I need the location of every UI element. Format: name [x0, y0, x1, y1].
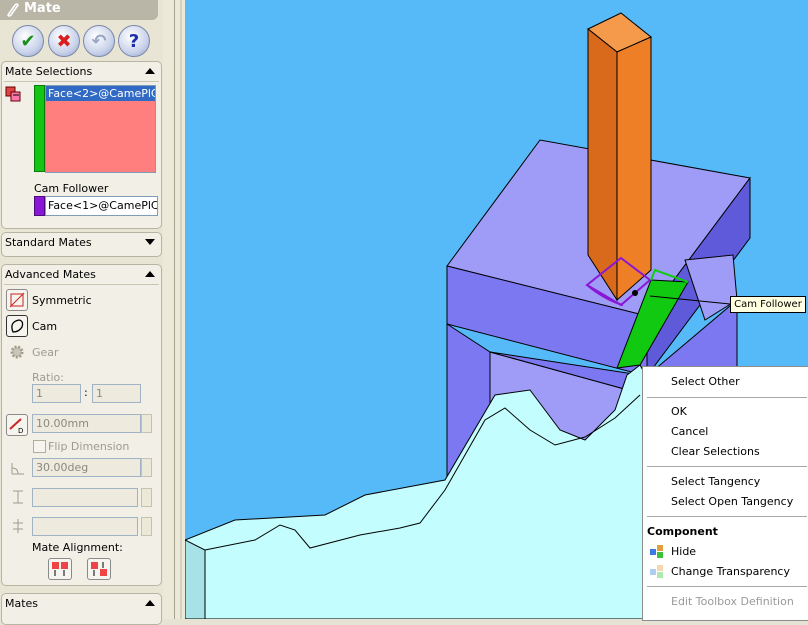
menu-item-change-transparency[interactable]: Change Transparency: [671, 565, 790, 578]
panel-splitter[interactable]: [163, 0, 185, 619]
mate-selection-list[interactable]: Face<2>@CamePlCam: [45, 85, 156, 173]
cam-label[interactable]: Cam: [32, 320, 57, 333]
mate-alignment-label: Mate Alignment:: [32, 541, 123, 554]
collapse-caret-icon[interactable]: [145, 68, 155, 74]
menu-separator: [647, 586, 807, 587]
panel-titlebar: Mate: [0, 0, 158, 20]
mate-icon: [4, 2, 20, 22]
panel-title: Mate: [24, 1, 61, 16]
distance-icon: D: [9, 418, 23, 435]
mate-selection-icon: [5, 85, 23, 103]
menu-item-select-tangency[interactable]: Select Tangency: [671, 475, 760, 488]
property-manager-panel: Mate ✔ ✖ ↶ ? Mate Selections Face<2>@Cam…: [0, 0, 163, 625]
menu-item-cancel[interactable]: Cancel: [671, 425, 708, 438]
distance-spinner[interactable]: [141, 414, 152, 433]
selection-color-swatch: [34, 85, 45, 172]
menu-header-component: Component: [647, 525, 718, 538]
menu-item-select-open-tangency[interactable]: Select Open Tangency: [671, 495, 793, 508]
undo-icon: ↶: [91, 30, 107, 52]
lower-limit-icon: [10, 518, 26, 534]
lower-limit-spinner[interactable]: [141, 517, 152, 536]
cam-follower-field[interactable]: Face<1>@CamePlCur: [45, 196, 158, 216]
flip-distance-button[interactable]: D: [6, 414, 28, 436]
check-icon: ✔: [20, 30, 36, 52]
standard-mates-header[interactable]: Standard Mates: [5, 236, 92, 249]
cam-follower-callout: Cam Follower: [730, 296, 806, 313]
list-item[interactable]: Face<2>@CamePlCam: [46, 86, 155, 101]
help-button[interactable]: ?: [118, 25, 150, 57]
mate-selections-group: Mate Selections Face<2>@CamePlCam Cam Fo…: [1, 61, 162, 229]
svg-text:D: D: [18, 427, 23, 435]
aligned-button[interactable]: [48, 558, 72, 580]
question-icon: ?: [128, 30, 140, 52]
flip-dimension-label: Flip Dimension: [48, 440, 130, 453]
ratio-label: Ratio:: [32, 371, 64, 384]
advanced-mates-header[interactable]: Advanced Mates: [5, 268, 96, 281]
angle-field[interactable]: 30.00deg: [32, 458, 141, 477]
mate-selections-header[interactable]: Mate Selections: [5, 65, 92, 78]
context-menu: Select Other OK Cancel Clear Selections …: [642, 366, 808, 621]
distance-field[interactable]: 10.00mm: [32, 414, 141, 433]
ok-button[interactable]: ✔: [12, 25, 44, 57]
upper-limit-field[interactable]: [32, 488, 138, 507]
ratio-denominator-field[interactable]: 1: [92, 384, 141, 403]
cam-mate-button[interactable]: [6, 315, 28, 337]
mates-group[interactable]: Mates: [1, 593, 162, 625]
hide-component-icon: [649, 543, 665, 562]
gear-label: Gear: [32, 346, 59, 359]
cancel-button[interactable]: ✖: [48, 25, 80, 57]
angle-icon: [10, 460, 26, 476]
menu-item-select-other[interactable]: Select Other: [671, 375, 740, 388]
ratio-separator: :: [84, 386, 88, 399]
anti-aligned-button[interactable]: [87, 558, 111, 580]
flip-dimension-checkbox[interactable]: [33, 440, 46, 453]
lower-limit-field[interactable]: [32, 517, 138, 536]
menu-item-edit-toolbox-definition: Edit Toolbox Definition: [671, 595, 794, 608]
x-icon: ✖: [56, 30, 72, 52]
menu-separator: [647, 397, 807, 398]
angle-spinner[interactable]: [141, 458, 152, 477]
aligned-icon: [52, 562, 68, 576]
collapse-caret-icon[interactable]: [145, 600, 155, 606]
symmetric-mate-button[interactable]: [6, 289, 28, 311]
undo-button[interactable]: ↶: [83, 25, 115, 57]
follower-color-swatch: [34, 196, 45, 216]
menu-separator: [647, 516, 807, 517]
upper-limit-icon: [10, 489, 26, 505]
collapse-caret-icon[interactable]: [145, 271, 155, 277]
menu-item-hide[interactable]: Hide: [671, 545, 696, 558]
menu-separator: [647, 466, 807, 467]
mates-header[interactable]: Mates: [5, 597, 38, 610]
cam-icon: [11, 319, 24, 333]
symmetric-icon: [9, 292, 25, 308]
standard-mates-group[interactable]: Standard Mates: [1, 232, 162, 257]
advanced-mates-group: Advanced Mates Symmetric Cam Gear Ratio:…: [1, 264, 162, 586]
anti-aligned-icon: [91, 562, 107, 576]
menu-item-clear-selections[interactable]: Clear Selections: [671, 445, 760, 458]
cam-follower-label: Cam Follower: [34, 182, 109, 195]
symmetric-label[interactable]: Symmetric: [32, 294, 92, 307]
change-transparency-icon: [649, 563, 665, 582]
expand-caret-icon[interactable]: [145, 239, 155, 245]
ratio-numerator-field[interactable]: 1: [32, 384, 81, 403]
menu-item-ok[interactable]: OK: [671, 405, 687, 418]
upper-limit-spinner[interactable]: [141, 488, 152, 507]
gear-icon: [9, 344, 25, 360]
